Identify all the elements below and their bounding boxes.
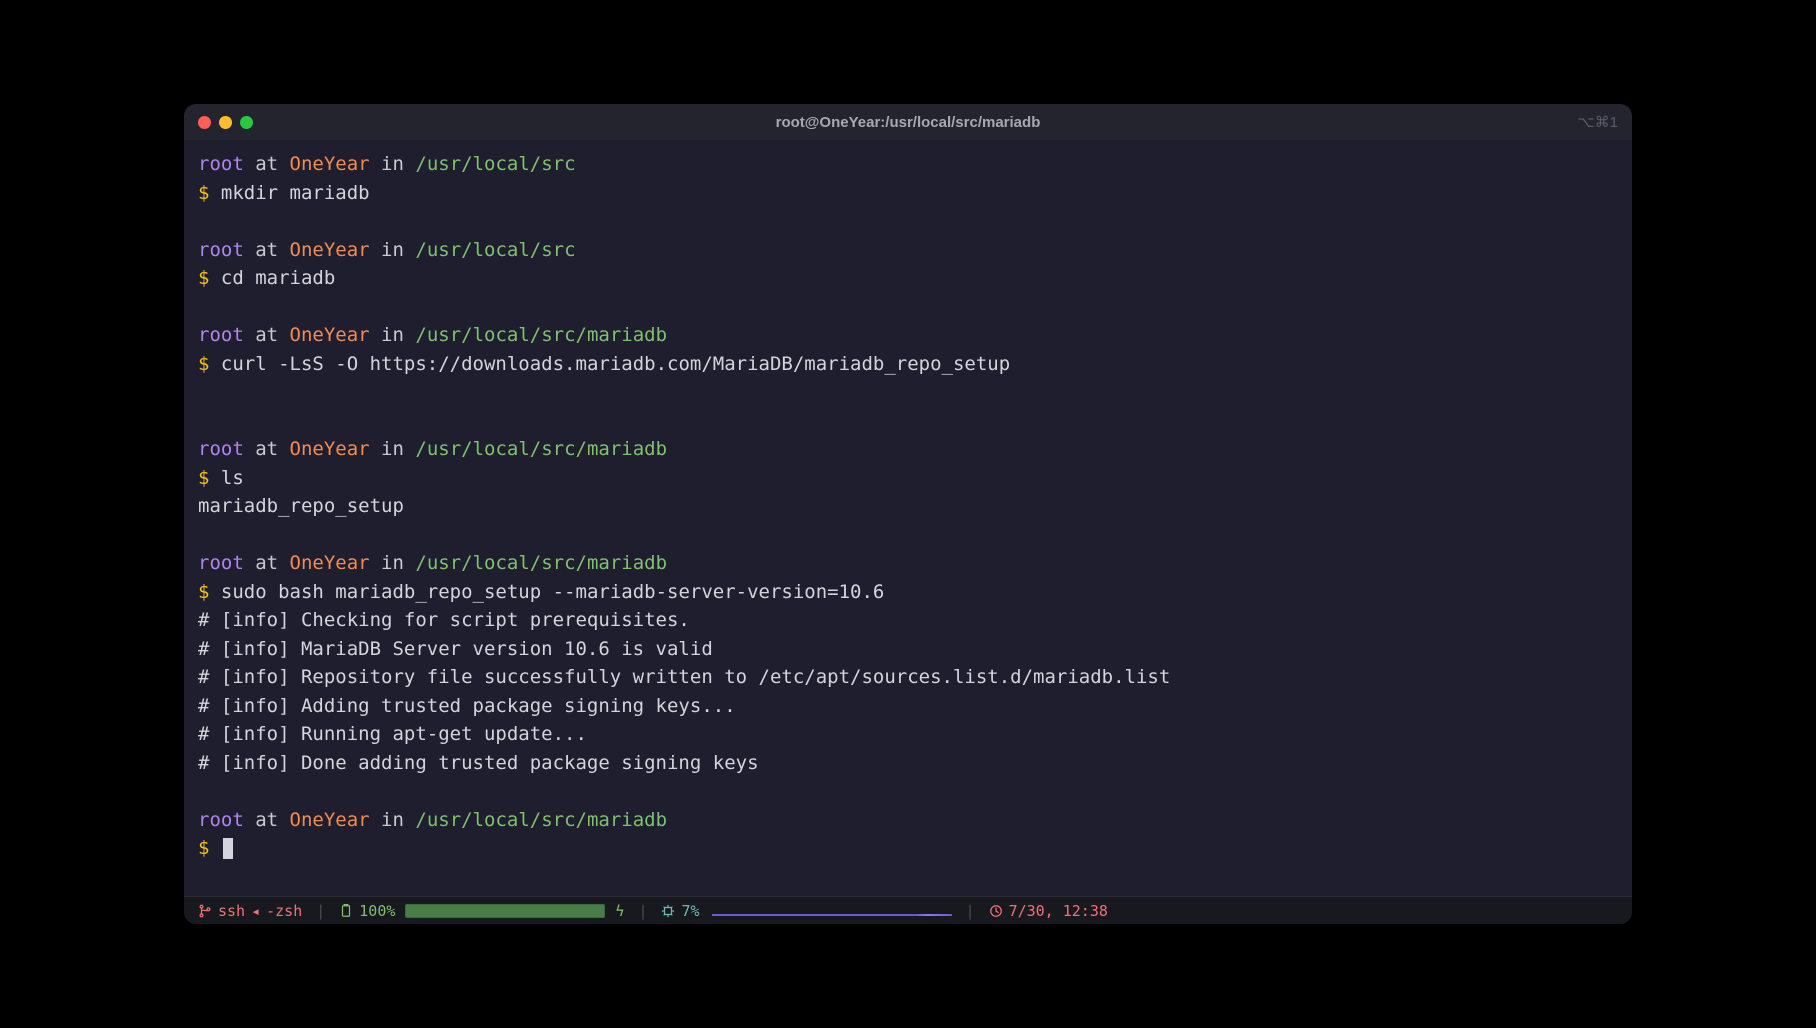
status-separator: |: [966, 902, 975, 920]
minimize-button[interactable]: [219, 116, 232, 129]
window-title: root@OneYear:/usr/local/src/mariadb: [776, 114, 1041, 131]
prompt-line: root at OneYear in /usr/local/src: [198, 150, 1618, 179]
output-line: # [info] Adding trusted package signing …: [198, 692, 1618, 721]
status-shell: -zsh: [266, 902, 302, 920]
cpu-graph: [712, 904, 952, 918]
statusbar: ssh ◂ -zsh | 100% ϟ | 7%: [184, 896, 1632, 924]
terminal-body[interactable]: root at OneYear in /usr/local/src$ mkdir…: [184, 140, 1632, 896]
status-ssh-label: ssh: [218, 902, 245, 920]
status-time: 7/30, 12:38: [989, 902, 1108, 920]
output-line: [198, 378, 1618, 407]
blank-line: [198, 207, 1618, 236]
output-line: # [info] Done adding trusted package sig…: [198, 749, 1618, 778]
cursor: [223, 838, 233, 859]
output-line: # [info] Repository file successfully wr…: [198, 663, 1618, 692]
window-shortcut: ⌥⌘1: [1577, 113, 1618, 131]
output-line: # [info] Running apt-get update...: [198, 720, 1618, 749]
output-line: # [info] MariaDB Server version 10.6 is …: [198, 635, 1618, 664]
blank-line: [198, 293, 1618, 322]
cpu-percent: 7%: [681, 902, 699, 920]
prompt-line: root at OneYear in /usr/local/src: [198, 236, 1618, 265]
prompt-line: root at OneYear in /usr/local/src/mariad…: [198, 806, 1618, 835]
command-line: $ cd mariadb: [198, 264, 1618, 293]
status-separator: |: [638, 902, 647, 920]
status-separator: |: [316, 902, 325, 920]
status-ssh: ssh ◂ -zsh: [198, 902, 302, 920]
bolt-icon: ϟ: [615, 902, 624, 920]
clock-icon: [989, 904, 1003, 918]
status-time-label: 7/30, 12:38: [1009, 902, 1108, 920]
cpu-icon: [661, 904, 675, 918]
command-line: $ mkdir mariadb: [198, 179, 1618, 208]
command-line: $: [198, 834, 1618, 863]
command-line: $ sudo bash mariadb_repo_setup --mariadb…: [198, 578, 1618, 607]
blank-line: [198, 777, 1618, 806]
maximize-button[interactable]: [240, 116, 253, 129]
traffic-lights: [198, 116, 253, 129]
branch-icon: [198, 904, 212, 918]
battery-icon: [339, 904, 353, 918]
blank-line: [198, 407, 1618, 436]
terminal-window: root@OneYear:/usr/local/src/mariadb ⌥⌘1 …: [184, 104, 1632, 924]
command-line: $ ls: [198, 464, 1618, 493]
status-cpu: 7%: [661, 902, 951, 920]
close-button[interactable]: [198, 116, 211, 129]
blank-line: [198, 521, 1618, 550]
status-triangle: ◂: [251, 902, 260, 920]
titlebar[interactable]: root@OneYear:/usr/local/src/mariadb ⌥⌘1: [184, 104, 1632, 140]
output-line: mariadb_repo_setup: [198, 492, 1618, 521]
battery-percent: 100%: [359, 902, 395, 920]
output-line: # [info] Checking for script prerequisit…: [198, 606, 1618, 635]
prompt-line: root at OneYear in /usr/local/src/mariad…: [198, 435, 1618, 464]
battery-bar: [405, 904, 605, 918]
prompt-line: root at OneYear in /usr/local/src/mariad…: [198, 549, 1618, 578]
prompt-line: root at OneYear in /usr/local/src/mariad…: [198, 321, 1618, 350]
command-line: $ curl -LsS -O https://downloads.mariadb…: [198, 350, 1618, 379]
status-battery: 100% ϟ: [339, 902, 624, 920]
